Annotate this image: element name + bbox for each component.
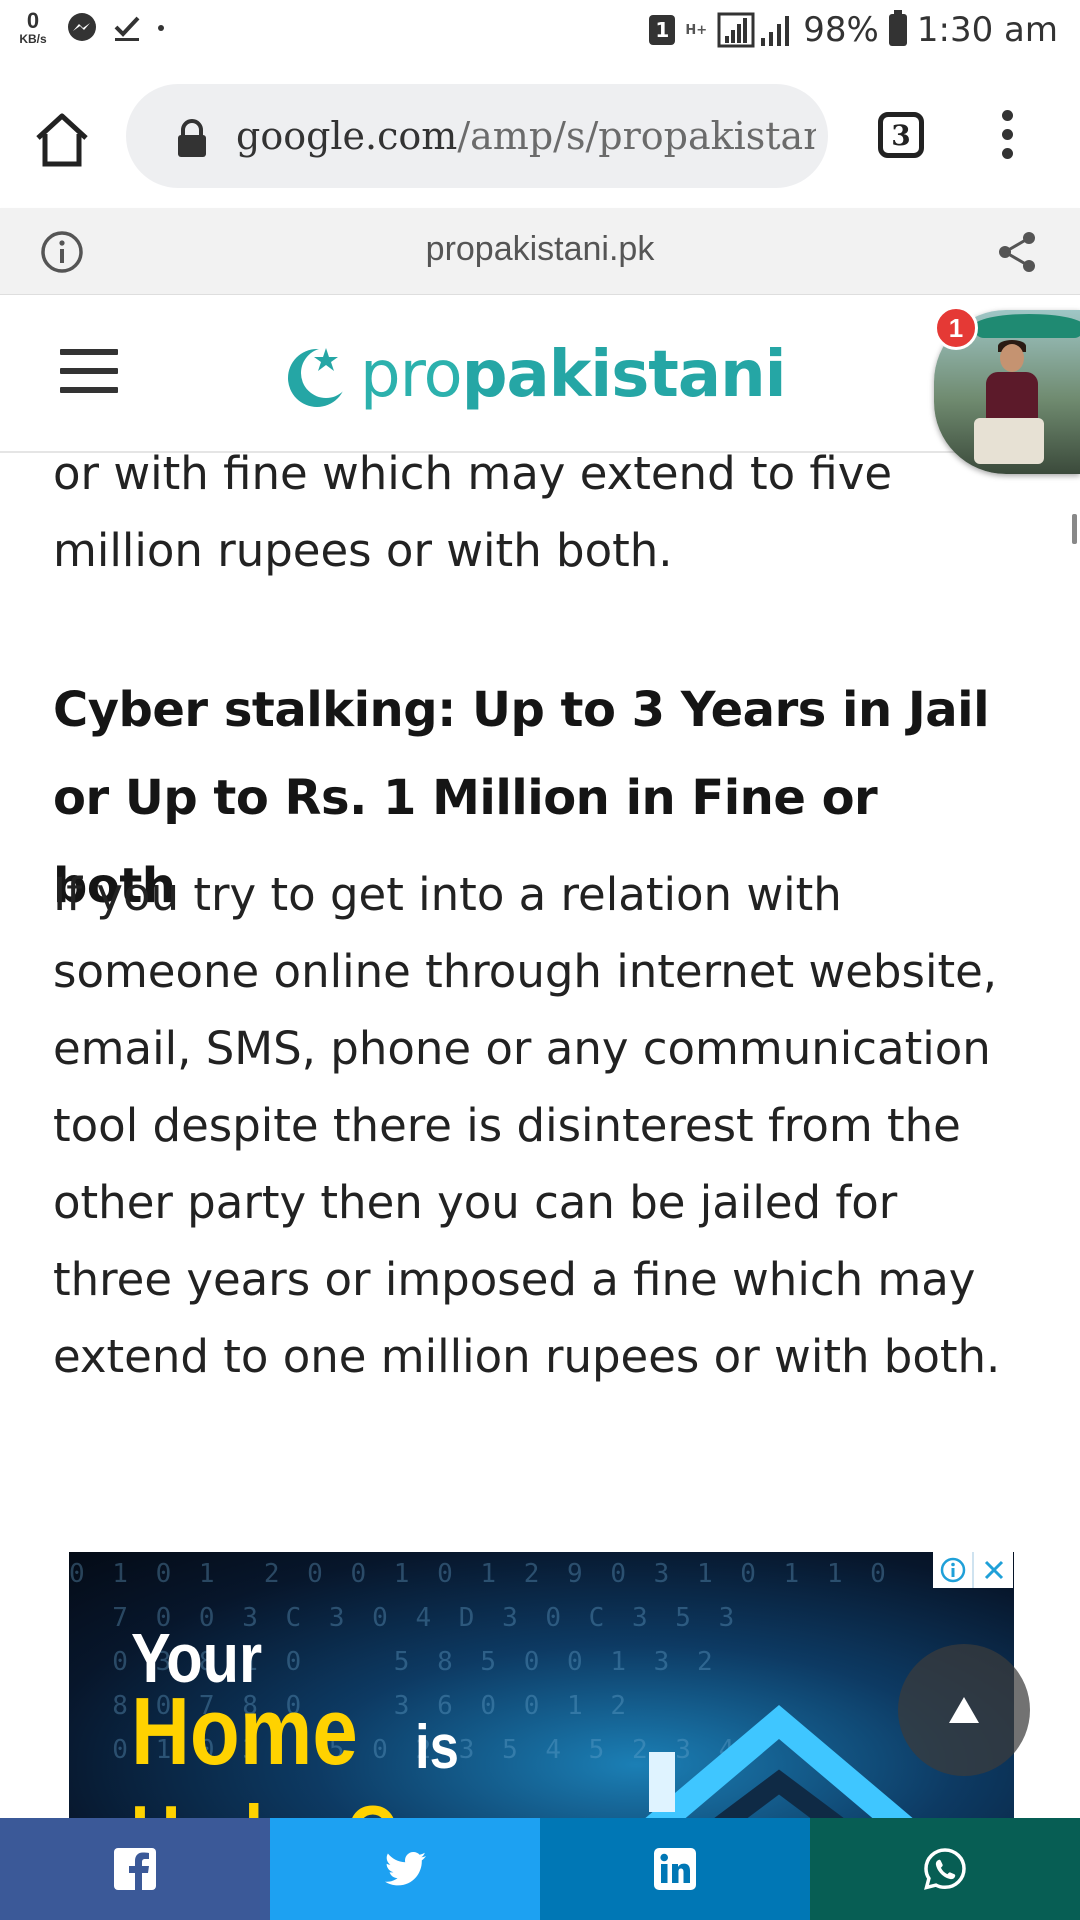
status-right: 1 H+ 98% 1:30 am	[649, 10, 1058, 50]
linkedin-icon	[654, 1848, 696, 1890]
ad-close-icon[interactable]	[972, 1552, 1013, 1588]
logo-text: propakistani	[360, 338, 787, 412]
scrollbar-thumb[interactable]	[1072, 514, 1077, 544]
network-type: H+	[685, 22, 708, 38]
house-graphic-icon	[645, 1704, 913, 1818]
scroll-to-top-button[interactable]	[898, 1644, 1030, 1776]
linkedin-share-button[interactable]	[540, 1818, 810, 1920]
site-header: propakistani	[0, 295, 1080, 453]
whatsapp-icon	[924, 1848, 966, 1890]
dot-icon	[158, 24, 164, 31]
advertisement-banner[interactable]: 0 1 0 1 2 0 0 1 0 1 2 9 0 3 1 0 1 1 0 7 …	[69, 1552, 1014, 1818]
whatsapp-share-button[interactable]	[810, 1818, 1080, 1920]
twitter-share-button[interactable]	[270, 1818, 540, 1920]
notification-badge: 1	[934, 306, 978, 350]
browser-toolbar: google.com/amp/s/propakistani.p 3	[0, 66, 1080, 208]
net-speed-value: 0	[26, 8, 40, 33]
facebook-icon	[114, 1848, 156, 1890]
hamburger-menu-icon[interactable]	[60, 349, 118, 395]
ad-text-is: is	[415, 1713, 459, 1782]
url-path: /amp/s/propakistani.p	[457, 114, 816, 158]
adchoices-info-icon[interactable]	[933, 1552, 972, 1588]
amp-domain: propakistani.pk	[425, 230, 655, 268]
social-share-bar	[0, 1818, 1080, 1920]
ad-text-home: Home	[131, 1678, 358, 1785]
logo-text-pro: pro	[360, 338, 463, 412]
facebook-share-button[interactable]	[0, 1818, 270, 1920]
battery-icon	[888, 10, 907, 46]
crescent-star-logo-icon	[288, 348, 351, 407]
url-text[interactable]: google.com/amp/s/propakistani.p	[236, 114, 816, 158]
share-icon[interactable]	[996, 230, 1040, 274]
status-left: 0 KB/s	[14, 10, 166, 45]
net-speed-indicator: 0 KB/s	[14, 8, 52, 46]
lock-icon	[178, 119, 206, 157]
tab-switcher-button[interactable]: 3	[878, 112, 924, 158]
amp-origin-bar: propakistani.pk	[0, 208, 1080, 295]
arrow-up-icon	[949, 1697, 979, 1723]
ad-choices	[933, 1552, 1013, 1588]
status-bar: 0 KB/s 1 H+ 98% 1:30 am	[0, 0, 1080, 66]
logo-text-rest: pakistani	[461, 338, 787, 412]
twitter-icon	[385, 1852, 426, 1886]
article-paragraph-intro: or with fine which may extend to five mi…	[53, 447, 893, 577]
url-domain: google.com	[236, 114, 458, 158]
clock: 1:30 am	[916, 10, 1058, 50]
ad-text-under-our: Under Our	[131, 1788, 467, 1818]
check-download-icon	[114, 16, 140, 41]
net-speed-unit: KB/s	[19, 32, 47, 46]
sim-badge: 1	[649, 15, 676, 45]
signal-icon	[717, 12, 790, 48]
overflow-menu-icon[interactable]	[994, 110, 1020, 162]
article-paragraph-body: If you try to get into a relation with s…	[53, 868, 1001, 1383]
url-bar[interactable]: google.com/amp/s/propakistani.p	[126, 84, 828, 188]
messenger-icon	[68, 12, 96, 41]
battery-percent: 98%	[803, 10, 879, 50]
site-logo[interactable]: propakistani	[282, 337, 787, 413]
home-icon[interactable]	[30, 108, 94, 172]
